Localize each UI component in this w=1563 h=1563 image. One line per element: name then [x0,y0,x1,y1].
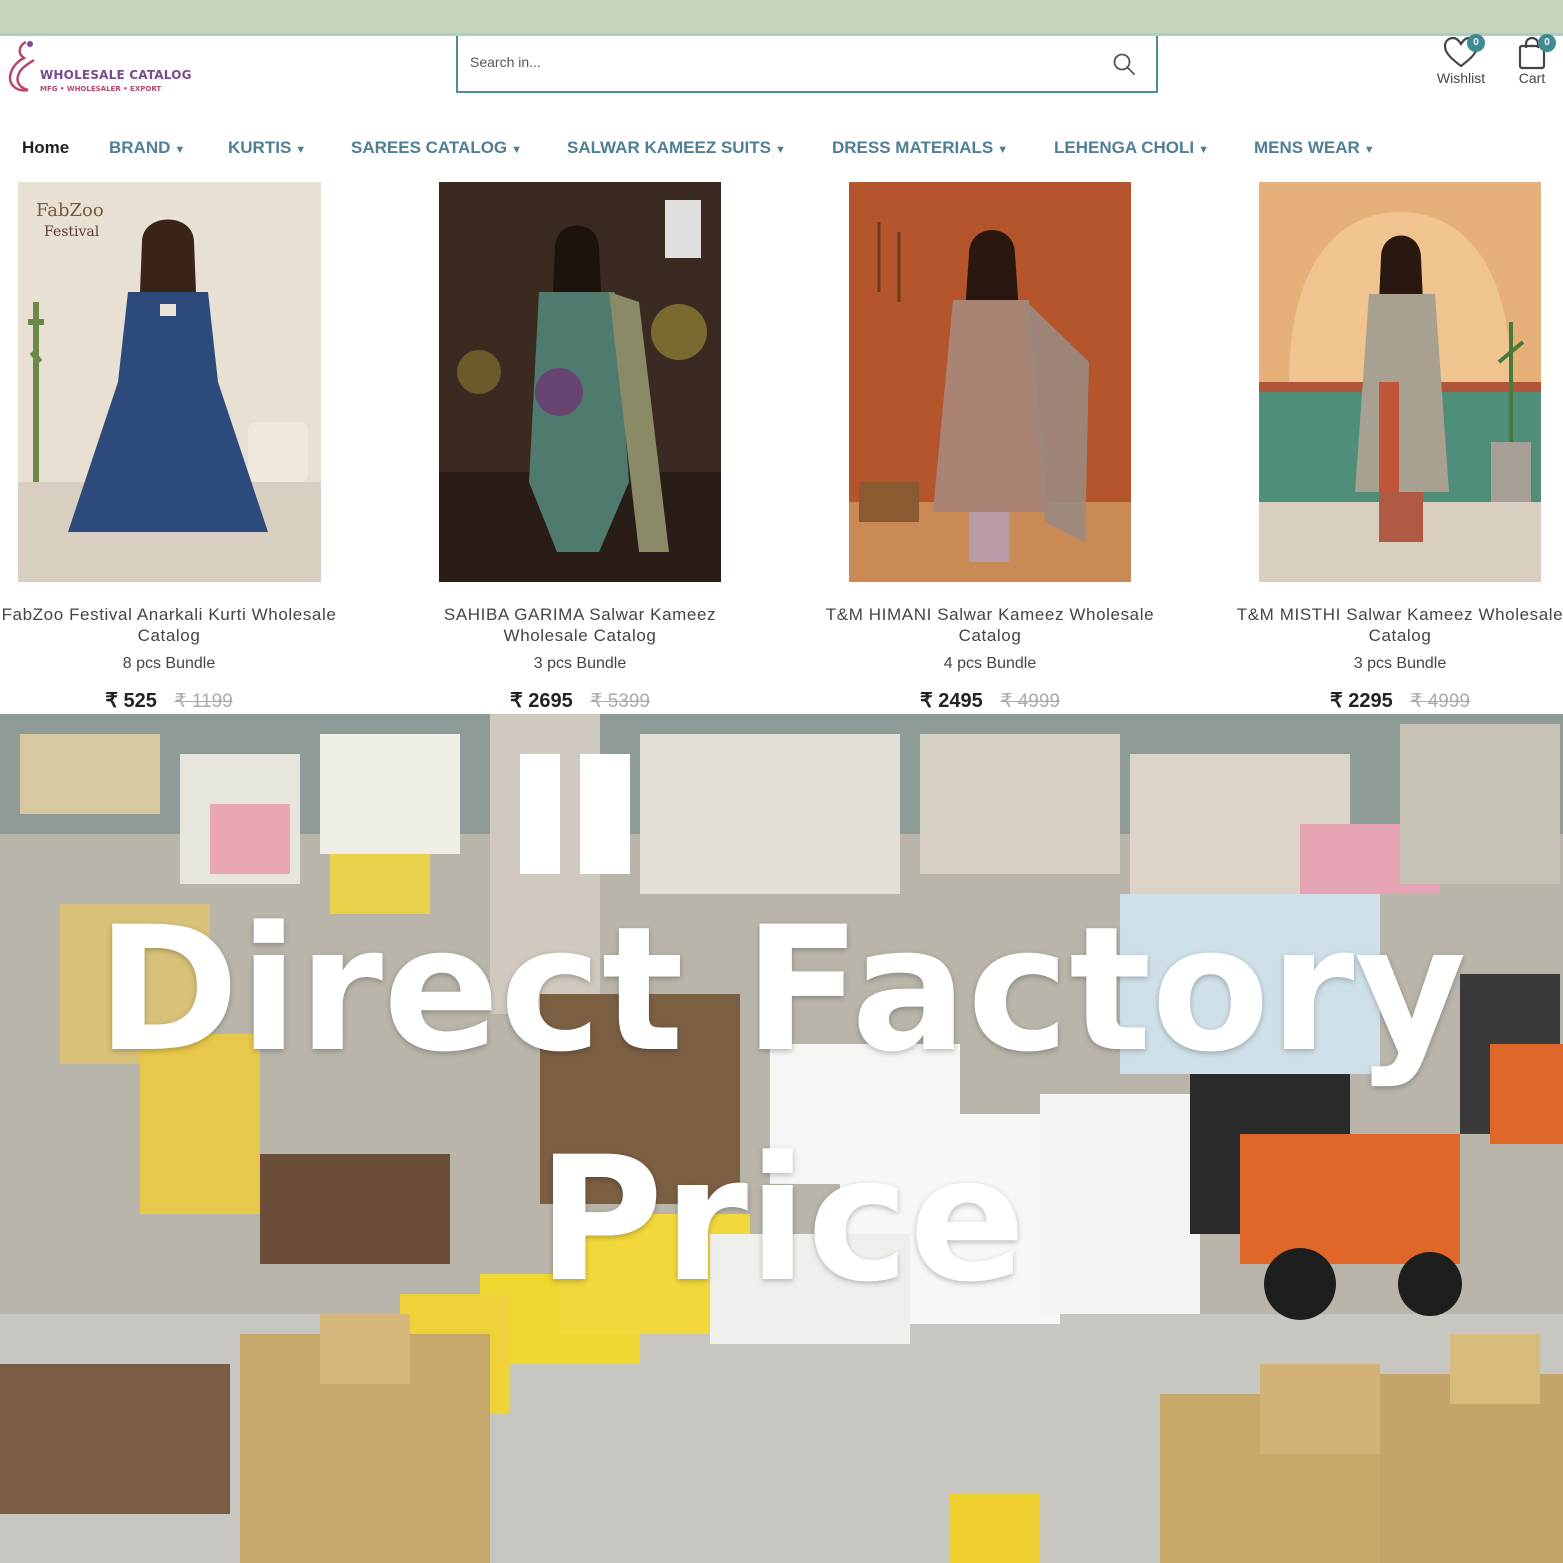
nav-item-label: DRESS MATERIALS [832,138,994,157]
banner-headline-line2: Price [537,1119,1026,1320]
product-title-line2: Catalog [137,626,201,645]
nav-item-dress-materials[interactable]: DRESS MATERIALS ▼ [832,138,1008,158]
chevron-down-icon: ▼ [997,144,1009,156]
logo-subtext: MFG • WHOLESALER • EXPORT [40,85,162,93]
nav-item-label: Home [22,138,70,157]
chevron-down-icon: ▼ [1363,144,1375,156]
product-title-line1: T&M HIMANI Salwar Kameez Wholesale [825,605,1155,624]
product-title-line2: Wholesale Catalog [503,626,657,645]
product-bundle: 3 pcs Bundle [533,655,627,672]
product-photo [849,182,1131,582]
cart-label: Cart [1518,70,1546,86]
search-icon[interactable] [1112,52,1136,76]
product-title-line1: SAHIBA GARIMA Salwar Kameez [443,605,717,624]
chevron-down-icon: ▼ [174,144,186,156]
site-logo[interactable]: WHOLESALE CATALOG MFG • WHOLESALER • EXP… [4,38,204,98]
chevron-down-icon: ▼ [1198,144,1209,156]
nav-item-salwar-kameez-suits[interactable]: SALWAR KAMEEZ SUITS ▼ [567,138,786,158]
nav-item-label: KURTIS [228,138,292,157]
nav-item-label: BRAND [109,138,171,157]
nav-item-label: LEHENGA CHOLI [1054,138,1195,157]
brand-mark: FabZoo [36,200,104,221]
search-input[interactable] [470,50,1090,74]
current-price: ₹ 2495 [920,690,983,712]
site-header: WHOLESALE CATALOG MFG • WHOLESALER • EXP… [0,34,1563,114]
original-price: ₹ 1199 [174,691,233,712]
wishlist-label: Wishlist [1436,70,1486,86]
product-title-line2: Catalog [1368,626,1432,645]
chevron-down-icon: ▼ [511,144,523,156]
nav-item-lehenga-choli[interactable]: LEHENGA CHOLI ▼ [1054,138,1209,158]
product-image[interactable] [439,182,721,582]
product-image[interactable] [1259,182,1541,582]
product-grid: FabZoo Festival FabZoo Festival Anarkali… [0,182,1563,714]
logo-text: WHOLESALE CATALOG [40,68,192,82]
nav-item-label: SAREES CATALOG [351,138,508,157]
nav-item-sarees-catalog[interactable]: SAREES CATALOG ▼ [351,138,522,158]
wishlist-button[interactable]: 0 Wishlist [1432,34,1490,86]
product-title[interactable]: T&M HIMANI Salwar Kameez Wholesale Catal… [790,604,1190,646]
product-photo [439,182,721,582]
product-price: ₹ 2695 ₹ 5399 [380,688,780,713]
product-price: ₹ 2295 ₹ 4999 [1200,688,1563,713]
nav-item-label: SALWAR KAMEEZ SUITS [567,138,772,157]
product-price: ₹ 525 ₹ 1199 [0,688,369,713]
chevron-down-icon: ▼ [295,144,307,156]
product-bundle: 3 pcs Bundle [1353,655,1447,672]
logo-figure-icon [8,40,35,92]
top-strip [0,0,1563,36]
original-price: ₹ 5399 [590,691,650,712]
product-card[interactable]: T&M HIMANI Salwar Kameez Wholesale Catal… [790,182,1190,714]
nav-item-mens-wear[interactable]: MENS WEAR ▼ [1254,138,1375,158]
cart-button[interactable]: 0 Cart [1510,34,1556,86]
product-photo [1259,182,1541,582]
product-title-line1: T&M MISTHI Salwar Kameez Wholesale [1236,605,1563,624]
nav-item-home[interactable]: Home [22,138,69,158]
product-card[interactable]: SAHIBA GARIMA Salwar Kameez Wholesale Ca… [380,182,780,714]
product-title[interactable]: FabZoo Festival Anarkali Kurti Wholesale… [0,604,369,646]
original-price: ₹ 4999 [1000,691,1060,712]
product-title[interactable]: SAHIBA GARIMA Salwar Kameez Wholesale Ca… [380,604,780,646]
promo-banner: Direct Factory Price [0,714,1563,1563]
banner-headline-line1: Direct Factory [96,889,1467,1090]
product-bundle: 4 pcs Bundle [943,655,1037,672]
product-price: ₹ 2495 ₹ 4999 [790,688,1190,713]
current-price: ₹ 525 [105,690,157,712]
product-photo [18,182,321,582]
nav-item-kurtis[interactable]: KURTIS ▼ [228,138,306,158]
cart-count-badge: 0 [1538,34,1556,52]
product-title-line1: FabZoo Festival Anarkali Kurti Wholesale [1,605,337,624]
brand-sub: Festival [44,224,100,240]
chevron-down-icon: ▼ [775,144,786,156]
product-image[interactable]: FabZoo Festival [18,182,321,582]
wishlist-count-badge: 0 [1467,34,1485,52]
nav-item-brand[interactable]: BRAND ▼ [109,138,185,158]
search-box [456,36,1158,93]
current-price: ₹ 2695 [510,690,573,712]
main-nav: Home BRAND ▼ KURTIS ▼ SAREES CATALOG ▼ SALW… [0,118,1563,178]
nav-item-label: MENS WEAR [1254,138,1360,157]
product-card[interactable]: FabZoo Festival FabZoo Festival Anarkali… [0,182,369,714]
product-card[interactable]: T&M MISTHI Salwar Kameez Wholesale Catal… [1200,182,1563,714]
product-title[interactable]: T&M MISTHI Salwar Kameez Wholesale Catal… [1200,604,1563,646]
product-bundle: 8 pcs Bundle [122,655,216,672]
current-price: ₹ 2295 [1330,690,1393,712]
product-image[interactable] [849,182,1131,582]
original-price: ₹ 4999 [1410,691,1470,712]
product-title-line2: Catalog [958,626,1022,645]
